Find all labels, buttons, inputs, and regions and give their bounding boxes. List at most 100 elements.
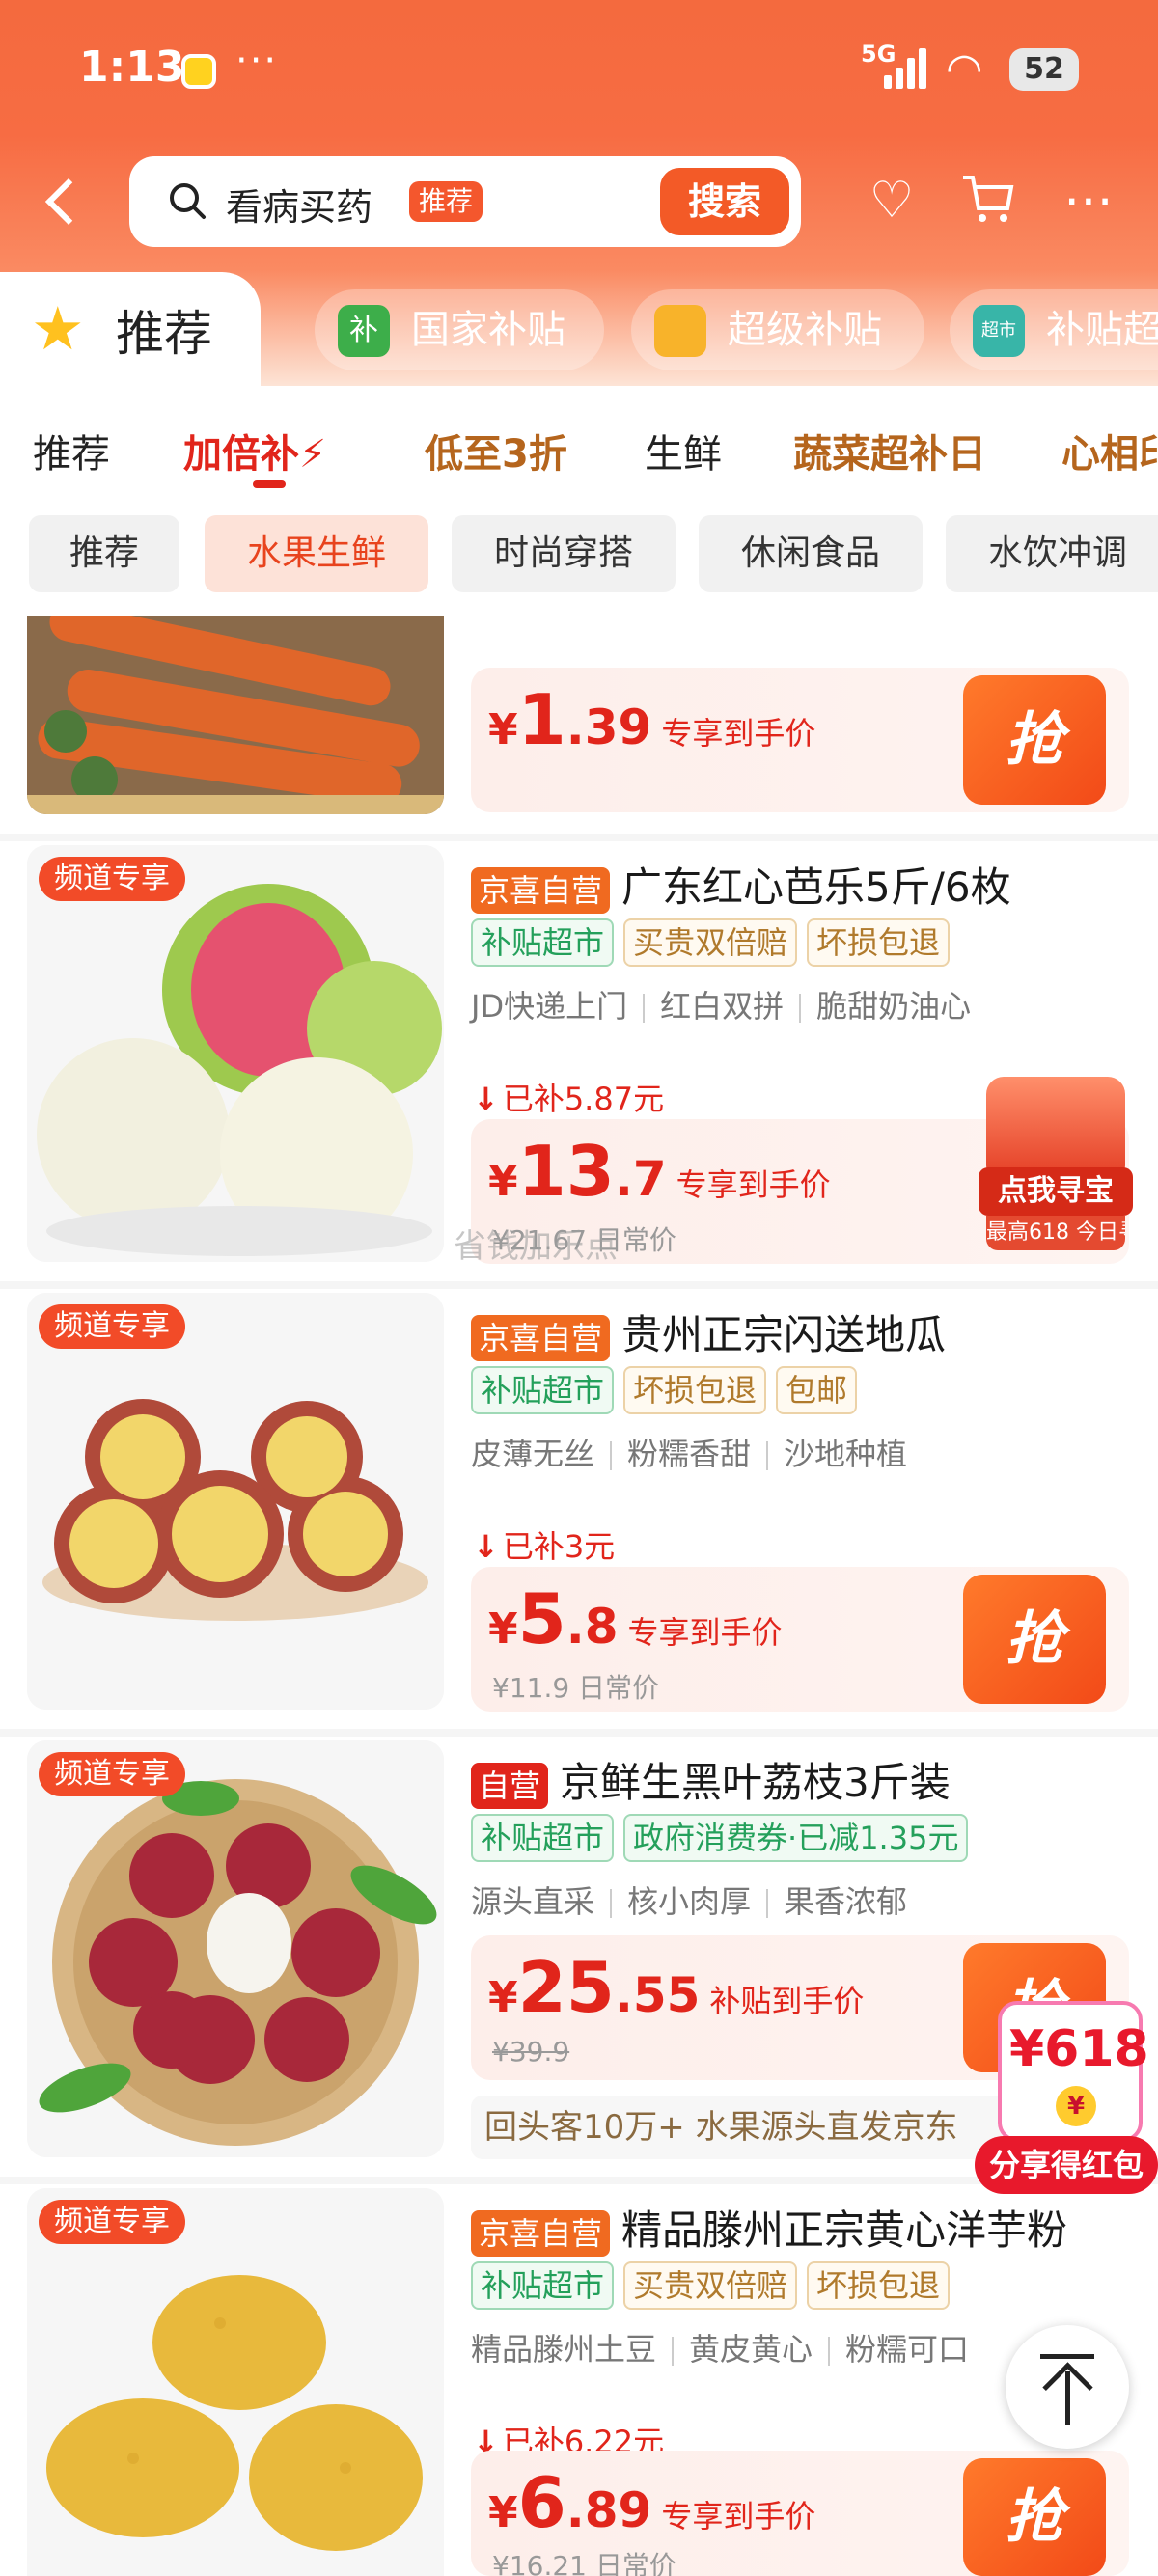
product-card[interactable]: ¥1.39 专享到手价 抢: [0, 606, 1158, 834]
price-currency: ¥: [488, 1604, 518, 1654]
price-integer: 13: [517, 1131, 615, 1212]
subtab-up-to-30-percent[interactable]: 低至3折: [425, 423, 567, 479]
price-box: ¥5.8 专享到手价 ¥11.9 日常价 抢: [471, 1567, 1129, 1712]
tag-row: 补贴超市 坏损包退 包邮: [471, 1366, 867, 1414]
product-card[interactable]: 频道专享 京喜自营 贵州正宗闪送地瓜 补贴超市 坏损包退 包邮 皮薄无丝 粉糯香甜 沙地种…: [0, 1289, 1158, 1723]
subtab-recommend[interactable]: 推荐: [33, 423, 110, 479]
feature: 红白双拼: [660, 988, 785, 1025]
price-decimal: .89: [565, 2482, 652, 2538]
search-input[interactable]: 看病买药 推荐 搜索: [129, 156, 801, 247]
category-tab-national-subsidy[interactable]: 补 国家补贴: [315, 289, 604, 370]
product-image-lychee[interactable]: 频道专享: [27, 1740, 444, 2157]
subtab-double-subsidy[interactable]: 加倍补⚡: [183, 423, 326, 479]
divider: [0, 1729, 1158, 1737]
product-title-row[interactable]: 自营 京鲜生黑叶荔枝3斤装: [471, 1750, 951, 1809]
tag: 政府消费券·已减1.35元: [623, 1814, 969, 1862]
treasure-hunt-widget[interactable]: 点我寻宝 最高618 今日寻宝: [979, 1077, 1133, 1254]
product-image-carrot[interactable]: [27, 616, 444, 814]
subsidy-amount: ↓ 已补3元: [473, 1522, 615, 1567]
feature: JD快递上门: [471, 988, 628, 1025]
subtab-vegetable-day[interactable]: 蔬菜超补日: [793, 423, 986, 479]
feature: 果香浓郁: [784, 1883, 908, 1920]
tag: 补贴超市: [471, 2261, 615, 2310]
tag: 买贵双倍赔: [623, 2261, 798, 2310]
original-price: ¥16.21 日常价: [492, 2550, 676, 2576]
product-image-guava[interactable]: 频道专享: [27, 845, 444, 1262]
product-title: 贵州正宗闪送地瓜: [621, 1311, 947, 1358]
feature-row: JD快递上门 红白双拼 脆甜奶油心: [471, 982, 971, 1027]
price: ¥6.89 专享到手价: [488, 2462, 815, 2543]
original-price: ¥39.9: [492, 2036, 570, 2068]
chip-snacks[interactable]: 休闲食品: [699, 515, 923, 592]
star-icon: ★: [31, 293, 85, 364]
divider: [0, 834, 1158, 841]
redpack-amount: ¥618: [1009, 2020, 1149, 2078]
battery-icon: 52: [1009, 48, 1079, 91]
chip-fashion[interactable]: 时尚穿搭: [452, 515, 676, 592]
feature: 皮薄无丝: [471, 1436, 595, 1472]
tag: 买贵双倍赔: [623, 918, 798, 967]
share-redpack-widget[interactable]: ¥618 ¥ 分享得红包: [975, 2001, 1158, 2213]
back-to-top-button[interactable]: [1006, 2325, 1129, 2449]
signal-icon: [884, 48, 932, 89]
treasure-label: 点我寻宝: [979, 1167, 1133, 1216]
price-currency: ¥: [488, 705, 518, 754]
feature: 粉糯香甜: [627, 1436, 752, 1472]
category-tab-recommend[interactable]: ★ 推荐: [0, 272, 261, 388]
category-tabs: ★ 推荐 补 国家补贴 超级补贴 超市 补贴超: [0, 272, 1158, 388]
price-decimal: .8: [565, 1599, 619, 1655]
product-title-row[interactable]: 京喜自营 贵州正宗闪送地瓜: [471, 1302, 946, 1361]
supermarket-basket-icon: 超市: [973, 305, 1025, 357]
grab-button[interactable]: 抢: [963, 2458, 1106, 2576]
channel-exclusive-badge: 频道专享: [39, 1752, 185, 1796]
tag-row: 补贴超市 买贵双倍赔 坏损包退: [471, 2261, 959, 2310]
shop-tag: 京喜自营: [471, 1314, 611, 1361]
back-button[interactable]: [42, 174, 81, 232]
tag: 包邮: [776, 1366, 858, 1414]
more-icon[interactable]: ⋯: [1058, 170, 1119, 232]
grab-button[interactable]: 抢: [963, 675, 1106, 805]
subtab-xinxiangyin[interactable]: 心相印: [1062, 423, 1158, 479]
price-decimal: .39: [565, 699, 652, 755]
category-tab-super-subsidy[interactable]: 超级补贴: [631, 289, 924, 370]
search-recommend-tag: 推荐: [409, 181, 483, 222]
category-tab-subsidy-supermarket[interactable]: 超市 补贴超: [950, 289, 1158, 370]
down-arrow-icon: ↓: [473, 1528, 499, 1565]
super-subsidy-icon: [654, 305, 706, 357]
wifi-icon: ◠: [946, 44, 983, 94]
product-card[interactable]: 频道专享 京喜自营 精品滕州正宗黄心洋芋粉 补贴超市 买贵双倍赔 坏损包退 精品滕州土…: [0, 2184, 1158, 2576]
subsidy-shield-icon: 补: [338, 305, 390, 357]
price-label: 专享到手价: [676, 1166, 831, 1203]
favorite-heart-icon[interactable]: ♡: [861, 170, 923, 232]
active-tab-indicator: [253, 480, 286, 488]
product-title-row[interactable]: 京喜自营 广东红心芭乐5斤/6枚: [471, 855, 1011, 914]
status-bar: 1:13 ··· 5G ◠ 52: [0, 0, 1158, 135]
subsidy-text: 已补5.87元: [502, 1081, 665, 1117]
watermark: 省钱加乐点: [454, 1227, 618, 1266]
channel-exclusive-badge: 频道专享: [39, 857, 185, 901]
tag: 补贴超市: [471, 1366, 615, 1414]
down-arrow-icon: ↓: [473, 1081, 499, 1117]
product-image-potato[interactable]: 频道专享: [27, 2188, 444, 2576]
channel-exclusive-badge: 频道专享: [39, 1304, 185, 1349]
chip-drinks[interactable]: 水饮冲调: [946, 515, 1158, 592]
search-query: 看病买药: [226, 186, 373, 229]
price-integer: 25: [517, 1947, 615, 2028]
chip-recommend[interactable]: 推荐: [29, 515, 179, 592]
grab-button[interactable]: 抢: [963, 1575, 1106, 1704]
feature: 精品滕州土豆: [471, 2331, 657, 2368]
filter-chips: 推荐 水果生鲜 时尚穿搭 休闲食品 水饮冲调: [0, 509, 1158, 606]
arrow-up-icon: [1065, 2371, 1070, 2425]
search-button[interactable]: 搜索: [660, 168, 789, 235]
cart-icon[interactable]: [957, 170, 1019, 232]
chip-fruit-fresh[interactable]: 水果生鲜: [205, 515, 428, 592]
subtab-fresh[interactable]: 生鲜: [645, 423, 722, 479]
divider: [0, 1281, 1158, 1289]
treasure-sub-label: 最高618 今日寻宝: [986, 1216, 1125, 1250]
coin-icon: ¥: [1056, 2086, 1096, 2126]
feature-row: 精品滕州土豆 黄皮黄心 粉糯可口: [471, 2325, 969, 2370]
feature-row: 源头直采 核小肉厚 果香浓郁: [471, 1877, 907, 1922]
product-title: 京鲜生黑叶荔枝3斤装: [560, 1759, 951, 1806]
redpack-label: 分享得红包: [975, 2136, 1158, 2194]
product-image-sweet-potato[interactable]: 频道专享: [27, 1293, 444, 1710]
